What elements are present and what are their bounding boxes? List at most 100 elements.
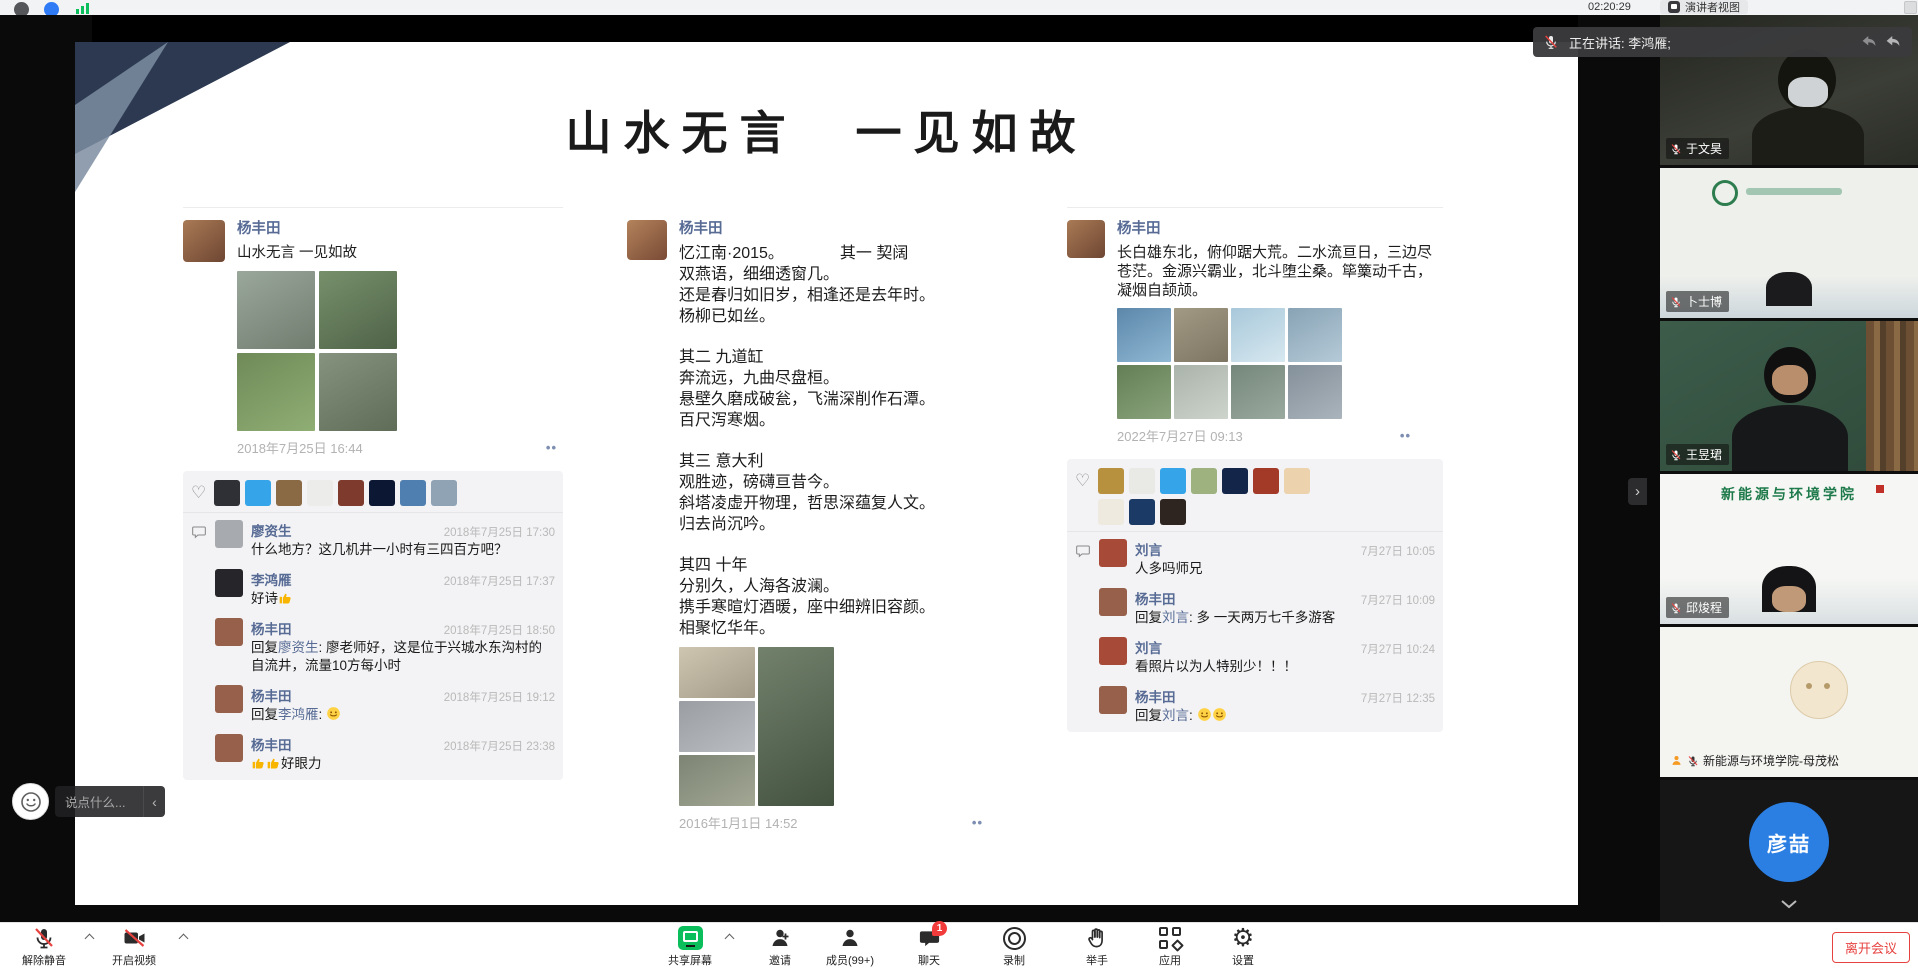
comment-author[interactable]: 杨丰田 (251, 734, 292, 754)
video-tile[interactable]: 新能源与环境学院-母茂松 (1660, 627, 1918, 777)
participant-label: 新能源与环境学院-母茂松 (1666, 750, 1846, 771)
speaking-banner: 正在讲话: 李鸿雁; (1533, 27, 1912, 57)
heart-icon: ♡ (191, 480, 206, 506)
avatar (183, 220, 225, 262)
speaking-label: 正在讲话: 李鸿雁; (1569, 33, 1860, 52)
avatar (215, 685, 243, 713)
chat-collapse-button[interactable]: ‹ (143, 786, 165, 817)
comment-text: 回复刘言: (1135, 707, 1435, 725)
avatar (215, 520, 243, 548)
more-button[interactable]: •• (1394, 428, 1417, 443)
apps-icon (1159, 927, 1181, 949)
participant-name: 于文昊 (1686, 140, 1722, 157)
mic-muted-icon (1670, 602, 1682, 614)
video-tile[interactable]: 新能源与环境学院 邱焌程 (1660, 474, 1918, 624)
raise-hand-icon (1085, 926, 1109, 950)
gear-icon: ⚙ (1232, 926, 1254, 950)
avatar (1099, 686, 1127, 714)
video-tile[interactable]: 王昱珺 (1660, 321, 1918, 471)
start-video-button[interactable]: 开启视频 (88, 925, 180, 968)
view-mode-button[interactable]: 演讲者视图 (1660, 0, 1748, 14)
wechat-post-3: 杨丰田 长白雄东北，俯仰踞大荒。二水流亘日，三边尽苍茫。金源兴霸业，北斗堕尘桑。… (1067, 207, 1443, 732)
share-screen-button[interactable]: 共享屏幕 (644, 925, 736, 968)
chat-badge: 1 (932, 921, 947, 936)
chat-input[interactable]: 说点什么... (55, 786, 143, 817)
comment-author[interactable]: 杨丰田 (1135, 686, 1176, 706)
system-status-icon[interactable] (14, 2, 29, 15)
comment-author[interactable]: 杨丰田 (251, 618, 292, 638)
quick-chat-bar: 说点什么... ‹ (12, 783, 165, 820)
participant-label: 邱焌程 (1666, 597, 1729, 618)
comment-author[interactable]: 刘言 (1135, 539, 1162, 559)
emoji-button[interactable] (12, 783, 49, 820)
comment-author[interactable]: 刘言 (1135, 637, 1162, 657)
comment-bubble-icon (1075, 543, 1091, 559)
slide-title: 山水无言 一见如故 (75, 97, 1578, 163)
comment-author[interactable]: 杨丰田 (1135, 588, 1176, 608)
mic-muted-icon (1670, 449, 1682, 461)
participant-silhouette (1732, 405, 1848, 471)
participant-face (1772, 586, 1806, 612)
comment-text: 看照片以为人特别少！！！ (1135, 658, 1435, 676)
toolbar-label: 聊天 (883, 952, 975, 968)
mic-muted-icon (1670, 143, 1682, 155)
avatar (627, 220, 667, 260)
participant-silhouette (1766, 272, 1812, 306)
comment-author[interactable]: 杨丰田 (251, 685, 292, 705)
cat-logo (1790, 661, 1848, 719)
participant-label: 于文昊 (1666, 138, 1729, 159)
seal-stamp (1876, 485, 1884, 493)
video-options-caret[interactable] (179, 934, 189, 944)
more-button[interactable]: •• (966, 815, 989, 830)
avatar (1099, 588, 1127, 616)
comment-time: 2018年7月25日 18:50 (444, 622, 555, 638)
comment-row: 杨丰田2018年7月25日 23:38 好眼力 (183, 729, 563, 778)
record-button[interactable]: 录制 (968, 925, 1060, 968)
app-dock-icon[interactable] (44, 2, 59, 15)
comment-text: 什么地方？这几机井一小时有三四百方吧？ (251, 541, 555, 559)
smiley-icon (20, 791, 42, 813)
os-top-bar: 02:20:29 演讲者视图 (0, 0, 1918, 15)
toolbar-label: 开启视频 (88, 952, 180, 968)
divider (1067, 531, 1443, 532)
post-poem: 忆江南·2015。 其一 契阔双燕语，细细透窗几。还是春归如旧岁，相逢还是去年时… (679, 243, 1005, 639)
post-date: 2016年1月1日 14:52 (679, 813, 798, 832)
liker-avatars[interactable] (1098, 468, 1320, 525)
logo-detail (1806, 683, 1812, 689)
comment-author[interactable]: 廖资生 (251, 520, 292, 540)
post-photo-collage[interactable] (679, 647, 1005, 806)
video-tile[interactable]: 卜士博 (1660, 168, 1918, 318)
share-arrow-icon[interactable] (1884, 33, 1902, 51)
participant-name: 新能源与环境学院-母茂松 (1703, 752, 1839, 769)
post-photo-grid[interactable] (1117, 308, 1443, 419)
post-text: 长白雄东北，俯仰踞大荒。二水流亘日，三边尽苍茫。金源兴霸业，北斗堕尘桑。筚篥动千… (1117, 243, 1443, 300)
comment-time: 2018年7月25日 23:38 (444, 738, 555, 754)
more-participants-button[interactable] (1772, 895, 1806, 913)
unmute-button[interactable]: 解除静音 (0, 925, 90, 968)
comment-text: 回复李鸿雁: (251, 706, 555, 724)
comment-text: 回复廖资生: 廖老师好，这是位于兴城水东沟村的自流井，流量10方每小时 (251, 639, 555, 675)
window-control-button[interactable] (1904, 1, 1917, 14)
network-signal-icon (76, 3, 89, 14)
view-mode-label: 演讲者视图 (1685, 0, 1740, 15)
comment-row: 李鸿雁2018年7月25日 17:37 好诗 (183, 564, 563, 613)
slide-letterbox-bar (92, 15, 1578, 42)
more-button[interactable]: •• (540, 440, 563, 455)
sidebar-expand-tab[interactable]: › (1628, 478, 1647, 505)
settings-button[interactable]: ⚙ 设置 (1197, 925, 1289, 968)
chat-button[interactable]: 1 聊天 (883, 925, 975, 968)
post-author[interactable]: 杨丰田 (1117, 220, 1443, 238)
comment-author[interactable]: 李鸿雁 (251, 569, 292, 589)
post-photo-grid[interactable] (237, 271, 563, 431)
post-author[interactable]: 杨丰田 (237, 220, 563, 238)
reply-arrow-icon[interactable] (1860, 33, 1878, 51)
liker-avatars[interactable] (214, 480, 504, 506)
post-author[interactable]: 杨丰田 (679, 220, 1005, 238)
divider (1067, 207, 1443, 208)
divider (183, 207, 563, 208)
post-date: 2018年7月25日 16:44 (237, 438, 363, 457)
comment-bubble-icon (191, 524, 207, 540)
wechat-post-1: 杨丰田 山水无言 一见如故 2018年7月25日 16:44 •• ♡ (183, 207, 563, 780)
logo-text-line (1746, 188, 1842, 195)
leave-meeting-button[interactable]: 离开会议 (1832, 932, 1910, 963)
